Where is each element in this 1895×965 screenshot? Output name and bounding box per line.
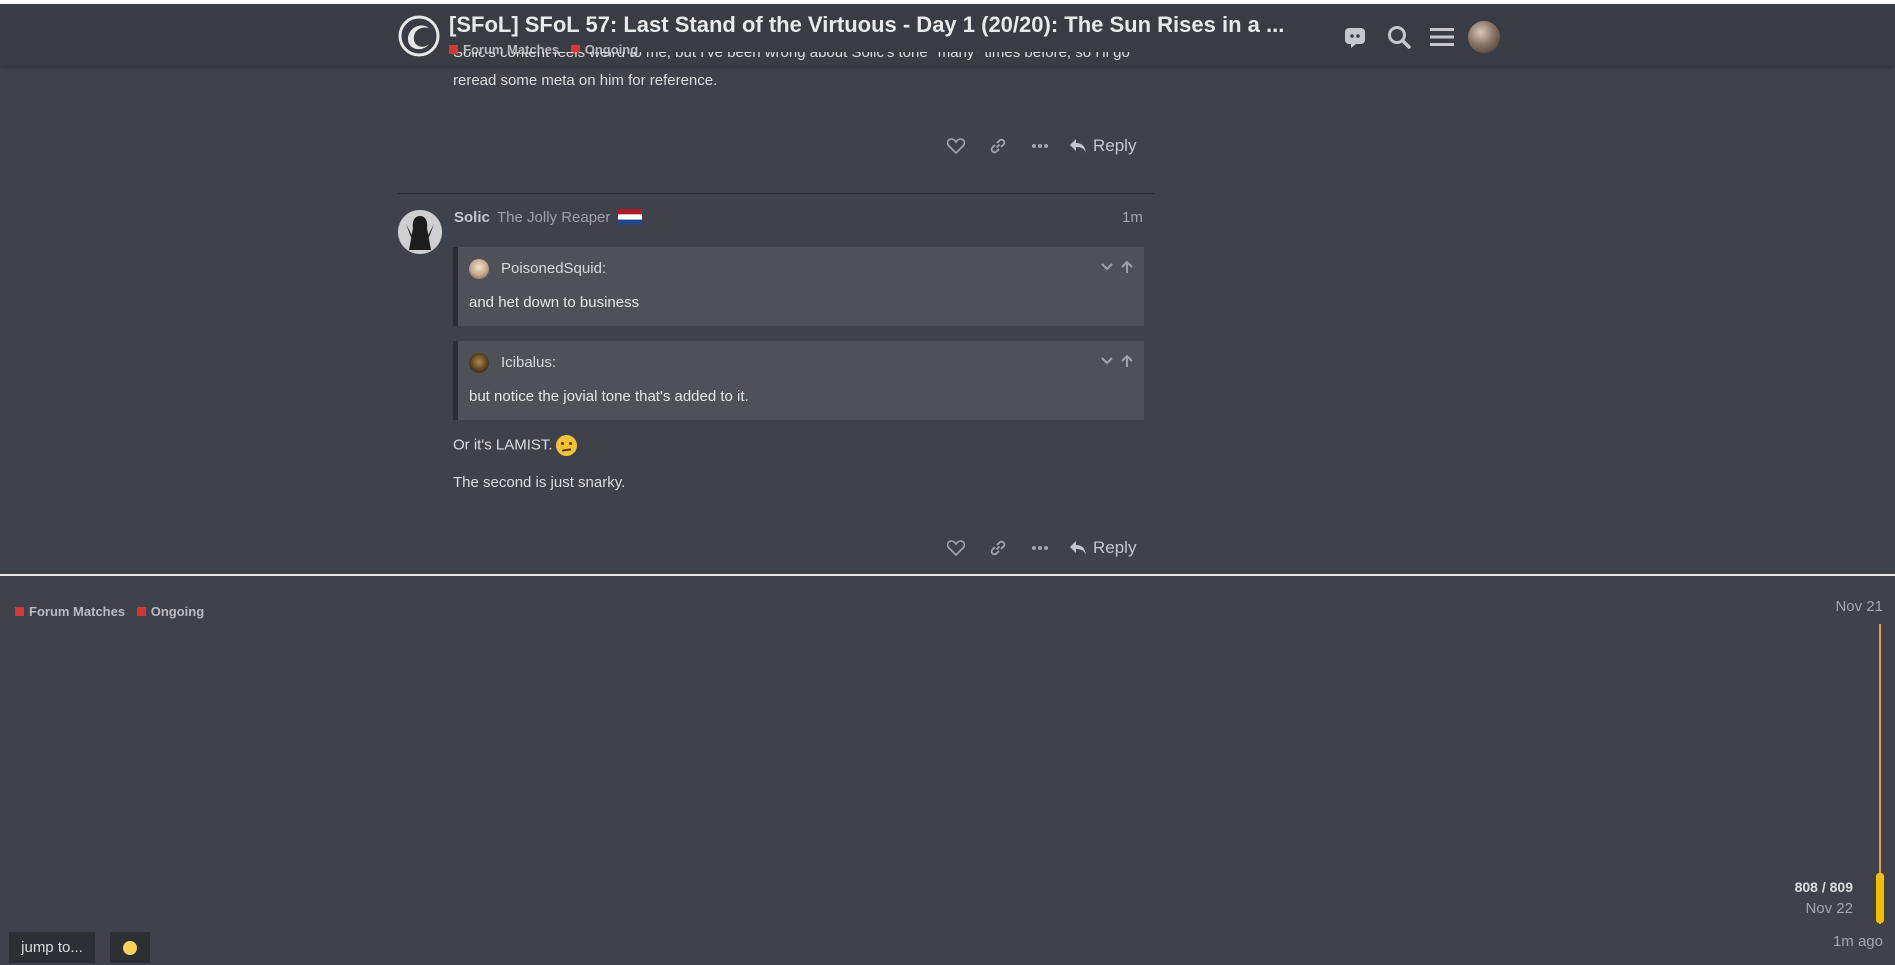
category-color bbox=[15, 607, 24, 616]
quote-block: Icibalus: but notice the jovial tone tha… bbox=[453, 341, 1144, 420]
reply-label: Reply bbox=[1093, 136, 1137, 155]
post-paragraph: Or it's LAMIST. bbox=[453, 435, 577, 456]
quote-text: but notice the jovial tone that's added … bbox=[469, 388, 749, 405]
quote-avatar bbox=[469, 353, 489, 373]
arrow-up-icon[interactable] bbox=[1120, 260, 1134, 274]
site-logo-icon[interactable] bbox=[396, 13, 442, 59]
timeline-position: 808 / 809 bbox=[1794, 879, 1853, 895]
timeline-current-date: Nov 22 bbox=[1805, 900, 1853, 917]
category-ongoing[interactable]: Ongoing bbox=[136, 604, 205, 619]
jump-to-button[interactable]: jump to... bbox=[9, 932, 95, 963]
post-actions: Reply bbox=[935, 532, 1136, 564]
face-with-raised-eyebrow-icon bbox=[555, 435, 577, 456]
hamburger-menu-icon[interactable] bbox=[1427, 22, 1457, 52]
more-options-icon[interactable] bbox=[1019, 532, 1061, 564]
category-color bbox=[136, 607, 146, 616]
search-icon[interactable] bbox=[1384, 22, 1414, 52]
quote-author[interactable]: Icibalus: bbox=[501, 354, 556, 371]
quote-controls bbox=[1100, 354, 1134, 368]
chevron-down-icon[interactable] bbox=[1100, 354, 1114, 368]
timeline-last-activity[interactable]: 1m ago bbox=[1833, 933, 1883, 950]
category-label: Forum Matches bbox=[29, 604, 126, 619]
post-paragraph-text: Or it's LAMIST. bbox=[453, 436, 553, 454]
reply-icon bbox=[1070, 139, 1086, 153]
timeline-handle[interactable] bbox=[1876, 873, 1884, 923]
discord-icon[interactable] bbox=[1340, 22, 1370, 52]
pane-split-line bbox=[0, 574, 1895, 576]
previous-post-cut-line: Solic's content feels weird to me, but I… bbox=[453, 52, 1130, 66]
chevron-down-icon[interactable] bbox=[1100, 260, 1114, 274]
reply-button[interactable]: Reply bbox=[1069, 136, 1136, 156]
quote-controls bbox=[1100, 260, 1134, 274]
link-icon[interactable] bbox=[977, 532, 1019, 564]
netherlands-flag-icon bbox=[618, 209, 642, 225]
previous-post-text: reread some meta on him for reference. bbox=[453, 72, 718, 89]
reply-button[interactable]: Reply bbox=[1069, 538, 1136, 558]
category-label: Ongoing bbox=[150, 604, 205, 619]
category-forum-matches[interactable]: Forum Matches bbox=[15, 604, 125, 619]
reply-label: Reply bbox=[1093, 538, 1137, 557]
quote-author[interactable]: PoisonedSquid: bbox=[501, 260, 606, 277]
more-options-icon[interactable] bbox=[1019, 130, 1061, 162]
status-dot-button[interactable] bbox=[110, 932, 150, 963]
post-username[interactable]: Solic bbox=[454, 209, 490, 226]
reply-icon bbox=[1070, 541, 1086, 555]
post-user-title: The Jolly Reaper bbox=[497, 209, 611, 226]
post-paragraph: The second is just snarky. bbox=[453, 474, 626, 491]
quote-block: PoisonedSquid: and het down to business bbox=[453, 247, 1144, 326]
quote-text: and het down to business bbox=[469, 294, 640, 311]
arrow-up-icon[interactable] bbox=[1120, 354, 1134, 368]
like-icon[interactable] bbox=[935, 130, 977, 162]
link-icon[interactable] bbox=[977, 130, 1019, 162]
yellow-dot-icon bbox=[123, 940, 137, 955]
quote-avatar bbox=[469, 259, 489, 279]
like-icon[interactable] bbox=[935, 532, 977, 564]
post-avatar[interactable] bbox=[398, 210, 442, 254]
previous-post-actions: Reply bbox=[935, 130, 1136, 162]
post-time[interactable]: 1m bbox=[1122, 209, 1143, 226]
timeline-start-date[interactable]: Nov 21 bbox=[1835, 598, 1883, 615]
topic-title[interactable]: [SFoL] SFoL 57: Last Stand of the Virtuo… bbox=[449, 12, 1319, 38]
user-avatar[interactable] bbox=[1468, 21, 1500, 53]
footer-categories: Forum Matches Ongoing bbox=[15, 604, 212, 619]
post-divider bbox=[398, 193, 1154, 194]
previous-post-cut-text: Solic's content feels weird to me, but I… bbox=[453, 52, 1130, 61]
